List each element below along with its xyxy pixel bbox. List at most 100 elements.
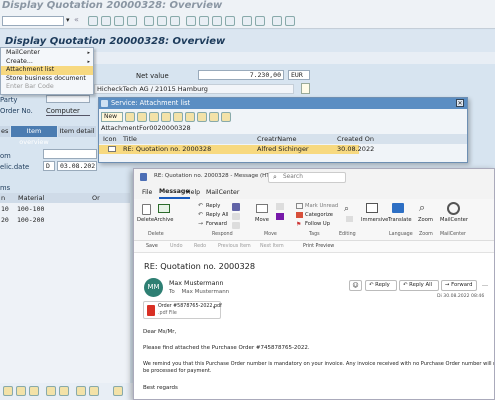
detail-icon[interactable] [3, 386, 13, 396]
find-next-icon[interactable] [170, 16, 180, 26]
new-session-icon[interactable] [242, 16, 252, 26]
export-icon[interactable] [197, 112, 207, 122]
new-button[interactable]: New [101, 112, 123, 122]
delete-button[interactable]: Delete [137, 217, 154, 223]
attachment-chip[interactable]: Order #5878765-2022.pdf .pdf File ▾ [143, 301, 222, 319]
attachment-row[interactable]: RE: Quotation no. 2000328 Alfred Siching… [99, 145, 374, 154]
zoom-icon[interactable]: ⌕ [419, 201, 425, 215]
chevron-down-icon[interactable]: ▾ [66, 16, 70, 24]
first-page-icon[interactable] [186, 16, 196, 26]
archive-button[interactable]: Archive [154, 217, 173, 223]
back-nav-icon[interactable] [101, 16, 111, 26]
reply-icon[interactable]: ↶ [198, 202, 203, 209]
chevron-down-icon[interactable]: ▾ [213, 305, 216, 311]
party-field[interactable] [46, 95, 90, 103]
categorize-button[interactable]: Categorize [305, 212, 333, 218]
from-field[interactable] [43, 149, 97, 159]
config-icon[interactable] [89, 386, 99, 396]
menu-item-attachment-list[interactable]: Attachment list [1, 66, 93, 75]
tab-item-overview[interactable]: Item overview [11, 126, 57, 146]
delete-icon[interactable] [142, 204, 151, 215]
tab-message[interactable]: Message [159, 186, 190, 199]
filter-icon[interactable] [76, 386, 86, 396]
reply-all-action[interactable]: ↶ Reply All [399, 280, 439, 291]
move-button[interactable]: Move [255, 217, 269, 223]
mark-unread-button[interactable]: Mark Unread [305, 203, 338, 209]
mark-unread-icon[interactable] [296, 203, 303, 209]
mailcenter-button[interactable]: MailCenter [440, 217, 468, 223]
display-icon[interactable] [149, 112, 159, 122]
qat-print-preview[interactable]: Print Preview [303, 241, 334, 253]
reply-all-button[interactable]: Reply All [206, 212, 228, 218]
deliv-date-type[interactable]: D [43, 161, 55, 171]
tab-item-detail[interactable]: Item detail [58, 126, 96, 137]
qat-save[interactable]: Save [146, 241, 158, 253]
close-icon[interactable]: ✕ [456, 99, 464, 107]
translate-icon[interactable] [392, 203, 404, 213]
follow-up-button[interactable]: Follow Up [305, 221, 330, 227]
save-icon[interactable] [88, 16, 98, 26]
layout-list-icon[interactable] [209, 112, 219, 122]
menu-item-create[interactable]: Create... ▸ [1, 58, 93, 67]
zoom-button[interactable]: Zoom [418, 217, 433, 223]
reply-all-icon[interactable]: ↶ [198, 211, 203, 218]
help-icon[interactable] [272, 16, 282, 26]
mailcenter-icon[interactable] [447, 202, 460, 215]
recipient[interactable]: Max Mustermann [182, 289, 230, 295]
delete-icon[interactable] [137, 112, 147, 122]
cancel-icon[interactable] [127, 16, 137, 26]
back-icon[interactable]: « [74, 15, 79, 24]
tab-sales[interactable]: es [0, 126, 10, 137]
im-icon[interactable] [232, 213, 240, 220]
tab-file[interactable]: File [142, 186, 152, 199]
flag-icon[interactable]: ⚑ [296, 221, 301, 228]
qat-previous[interactable]: Previous Item [218, 241, 251, 253]
filter-list-icon[interactable] [185, 112, 195, 122]
edit-icon[interactable] [125, 112, 135, 122]
last-page-icon[interactable] [225, 16, 235, 26]
like-icon[interactable]: ☺ [349, 280, 362, 291]
forward-button[interactable]: Forward [206, 221, 227, 227]
sort-icon[interactable] [173, 112, 183, 122]
print-icon[interactable] [144, 16, 154, 26]
deliv-date-field[interactable]: 03.08.202 [57, 161, 97, 171]
sender-name[interactable]: Max Mustermann [169, 280, 224, 287]
save-small-icon[interactable] [140, 173, 147, 181]
find-icon[interactable] [157, 16, 167, 26]
qat-undo[interactable]: Undo [170, 241, 183, 253]
next-page-icon[interactable] [212, 16, 222, 26]
layout-icon[interactable] [285, 16, 295, 26]
prev-page-icon[interactable] [199, 16, 209, 26]
sort-desc-icon[interactable] [59, 386, 69, 396]
command-field[interactable] [2, 16, 64, 26]
reply-button[interactable]: Reply [206, 203, 220, 209]
more-icon[interactable] [113, 386, 123, 396]
currency-field[interactable]: EUR [288, 70, 310, 80]
document-icon[interactable] [301, 83, 310, 94]
net-value-field[interactable]: 7.230,00 [198, 70, 284, 80]
more-respond-icon[interactable] [232, 222, 240, 229]
more-actions-icon[interactable]: … [480, 280, 490, 291]
qat-next[interactable]: Next Item [260, 241, 284, 253]
archive-icon[interactable] [158, 204, 170, 213]
menu-item-store-document[interactable]: Store business document [1, 75, 93, 84]
reply-action[interactable]: ↶ Reply [365, 280, 397, 291]
move-icon[interactable] [256, 204, 268, 213]
tab-help[interactable]: Help [186, 186, 200, 199]
menu-item-enter-bar-code[interactable]: Enter Bar Code [1, 83, 93, 92]
shortcut-icon[interactable] [255, 16, 265, 26]
forward-icon[interactable]: → [198, 220, 203, 227]
detail-view-icon[interactable] [161, 112, 171, 122]
tab-mailcenter[interactable]: MailCenter [206, 186, 239, 199]
menu-item-mailcenter[interactable]: MailCenter ▸ [1, 49, 93, 58]
select-all-icon[interactable] [16, 386, 26, 396]
qat-redo[interactable]: Redo [194, 241, 206, 253]
categorize-icon[interactable] [296, 212, 303, 218]
search-input[interactable]: ⌕ Search [268, 172, 346, 183]
immersive-button[interactable]: Immersive [361, 217, 388, 223]
deselect-icon[interactable] [29, 386, 39, 396]
rules-icon[interactable] [276, 203, 284, 210]
related-icon[interactable] [346, 216, 353, 222]
find-icon[interactable]: ⌕ [344, 204, 349, 214]
mail-icon[interactable] [221, 112, 231, 122]
